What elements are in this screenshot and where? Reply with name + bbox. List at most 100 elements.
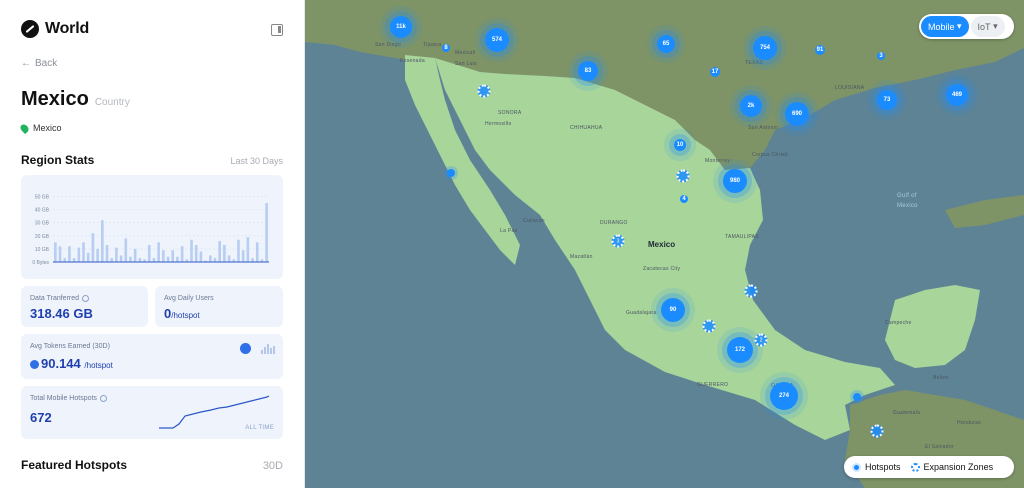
chart-bar[interactable] [246,237,250,262]
chart-bar[interactable] [77,247,81,262]
expansion-zone[interactable] [702,319,716,333]
map-label-elsalvador: El Salvador [925,444,954,450]
hotspot-marker[interactable] [447,169,455,177]
map-label-tijuana: Tijuana [423,42,442,48]
hotspot-cluster[interactable]: 17 [710,67,720,77]
info-icon[interactable] [82,295,90,302]
chart-bar[interactable] [241,250,245,262]
collapse-panel-icon[interactable] [271,24,283,36]
map-label-hermosillo: Hermosillo [485,121,512,127]
hotspot-cluster[interactable]: 754 [753,36,777,60]
map-label-louisiana: LOUISIANA [835,85,865,91]
hotspot-cluster[interactable]: 574 [485,28,509,52]
chart-bar[interactable] [72,258,76,262]
hotspot-cluster[interactable]: 8 [442,44,450,52]
avg-daily-users-label: Avg Daily Users [164,295,214,302]
hotspots-growth-sparkline [159,395,270,429]
chart-bar[interactable] [58,246,62,262]
region-stats-header: Region Stats Last 30 Days [21,153,283,167]
hotspot-cluster[interactable]: 690 [785,102,809,126]
app-root: World ← Back Mexico Country Mexico Regio… [0,0,1024,488]
hotspot-cluster[interactable]: 65 [657,35,675,53]
chart-bar[interactable] [147,244,151,262]
chart-bar[interactable] [180,246,184,262]
chart-bar[interactable] [223,244,226,262]
chart-bar[interactable] [265,203,268,262]
legend-zones-label: Expansion Zones [923,462,994,472]
chart-bar[interactable] [138,258,142,262]
expansion-zone[interactable] [676,169,690,183]
hotspot-marker[interactable] [853,393,861,401]
avg-tokens-unit: /hotspot [84,361,113,370]
chart-bar[interactable] [227,255,231,262]
chart-bar[interactable] [82,242,85,262]
chart-bar[interactable] [63,258,67,262]
chart-bar[interactable] [209,255,212,262]
chart-bar[interactable] [194,244,198,262]
chart-bar[interactable] [157,242,160,262]
map-label-monterrey: Monterrey [705,158,731,164]
chart-bar[interactable] [119,255,123,262]
hotspot-cluster[interactable]: 90 [661,298,685,322]
featured-hotspots-period: 30D [262,460,283,472]
chart-bar[interactable] [255,242,259,262]
hotspot-cluster[interactable]: 469 [946,84,968,106]
chart-bar[interactable] [105,244,109,262]
chart-bar[interactable] [152,258,156,262]
hotspot-cluster[interactable]: 274 [770,382,798,410]
brand[interactable]: World [21,20,89,38]
back-link[interactable]: ← Back [21,58,57,69]
chart-bar[interactable] [251,258,254,262]
hotspot-cluster[interactable]: 980 [723,169,747,193]
chart-bar[interactable] [213,258,217,262]
map-label-guadalajara: Guadalajara [626,310,657,316]
expansion-zone[interactable] [870,424,884,438]
chart-bar[interactable] [171,250,175,262]
hotspot-cluster[interactable]: 11k [390,16,412,38]
hotspot-cluster[interactable]: 91 [815,45,825,55]
chart-toggle-icon[interactable] [261,343,275,354]
y-tick-label: 10 GB [35,247,50,253]
region-location: Mexico [18,122,62,134]
legend-expansion-zones[interactable]: Expansion Zones [910,462,994,472]
hotspot-cluster[interactable]: 83 [578,61,598,81]
map-label-sanluis: San Luis [455,61,477,67]
expansion-zone[interactable]: 3 [611,234,625,248]
chart-bar[interactable] [101,220,104,262]
tab-mobile[interactable]: Mobile ▾ [921,16,969,37]
location-label: Mexico [33,123,62,133]
chart-bar[interactable] [96,248,99,262]
chart-bar[interactable] [68,246,71,262]
hotspot-cluster[interactable]: 2k [740,95,762,117]
chart-bar[interactable] [54,242,57,262]
token-toggle-icon[interactable] [240,343,251,354]
hotspot-cluster[interactable]: 3 [877,52,885,60]
total-hotspots-footer: ALL TIME [245,425,274,431]
tab-iot[interactable]: IoT ▾ [970,16,1005,37]
chart-bar[interactable] [86,252,90,262]
chart-bar[interactable] [166,256,170,262]
chart-bar[interactable] [91,233,95,262]
chart-bar[interactable] [129,256,132,262]
avg-daily-users-value-row: 0/hotspot [164,306,200,321]
expansion-zone[interactable] [744,284,758,298]
legend-hotspots[interactable]: Hotspots [852,462,901,472]
chart-bar[interactable] [124,238,128,262]
expansion-zone[interactable] [477,84,491,98]
hotspot-cluster[interactable]: 4 [680,195,688,203]
chart-bar[interactable] [218,241,221,262]
map-label-sanantonio: San Antonio [748,125,779,131]
hotspot-cluster[interactable]: 10 [674,139,686,151]
chart-bar[interactable] [133,248,137,262]
hotspot-cluster[interactable]: 73 [877,90,897,110]
chart-bar[interactable] [237,239,240,262]
chart-bar[interactable] [110,258,113,262]
chart-bar[interactable] [176,256,179,262]
chart-bar[interactable] [162,250,165,262]
coverage-map[interactable]: Mexico Gulf of Mexico SONORA Hermosillo … [305,0,1024,488]
chart-bar[interactable] [115,247,118,262]
chart-bar[interactable] [199,251,203,262]
hotspot-cluster[interactable]: 172 [727,337,753,363]
chart-bar[interactable] [190,239,193,262]
expansion-zone[interactable]: 2 [754,333,768,347]
